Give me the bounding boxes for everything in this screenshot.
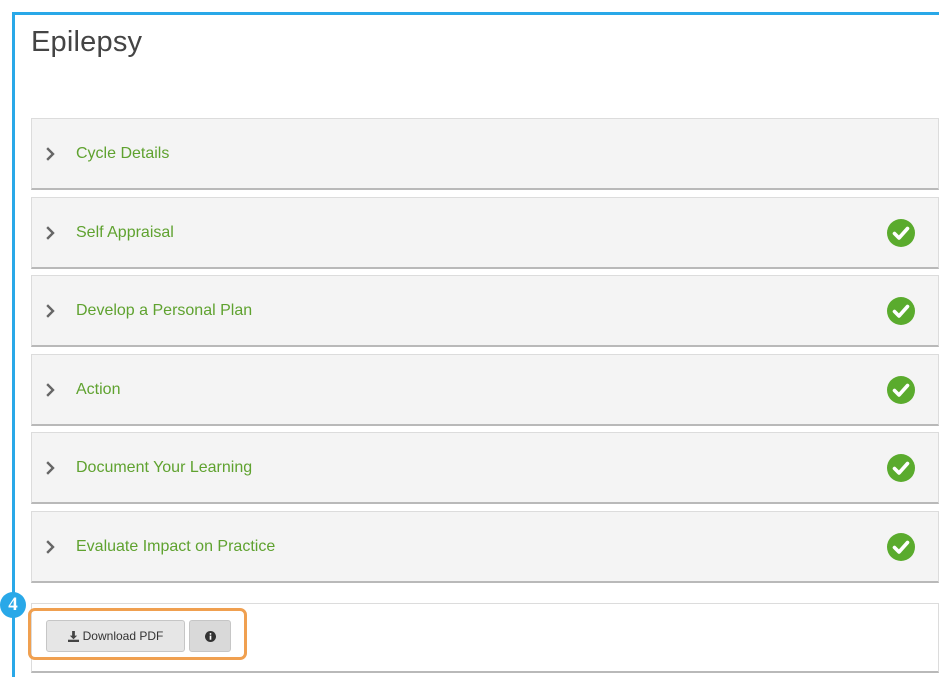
download-pdf-label: Download PDF bbox=[82, 629, 164, 643]
check-circle-icon bbox=[887, 218, 915, 247]
chevron-right-icon bbox=[46, 146, 55, 161]
chevron-right-icon bbox=[46, 460, 55, 475]
section-label: Self Appraisal bbox=[76, 223, 174, 241]
check-circle-icon bbox=[887, 453, 915, 482]
section-label: Develop a Personal Plan bbox=[76, 301, 253, 319]
section-panel-self-appraisal[interactable]: Self Appraisal bbox=[31, 197, 939, 269]
download-icon bbox=[67, 630, 79, 642]
step-number-badge: 4 bbox=[0, 592, 26, 618]
section-label: Document Your Learning bbox=[76, 458, 253, 476]
chevron-right-icon bbox=[46, 303, 55, 318]
section-panel-action[interactable]: Action bbox=[31, 354, 939, 426]
download-pdf-button[interactable]: Download PDF bbox=[46, 620, 185, 652]
section-label: Cycle Details bbox=[76, 144, 170, 162]
section-label: Action bbox=[76, 380, 121, 398]
section-panel-evaluate-impact-on-practice[interactable]: Evaluate Impact on Practice bbox=[31, 511, 939, 583]
info-circle-icon bbox=[204, 630, 216, 642]
check-circle-icon bbox=[887, 532, 915, 561]
chevron-right-icon bbox=[46, 382, 55, 397]
section-panel-cycle-details[interactable]: Cycle Details bbox=[31, 118, 939, 190]
chevron-right-icon bbox=[46, 225, 55, 240]
check-circle-icon bbox=[887, 375, 915, 404]
section-panel-document-your-learning[interactable]: Document Your Learning bbox=[31, 432, 939, 504]
info-button[interactable] bbox=[189, 620, 231, 652]
section-label: Evaluate Impact on Practice bbox=[76, 537, 276, 555]
page-title: Epilepsy bbox=[31, 26, 143, 58]
chevron-right-icon bbox=[46, 539, 55, 554]
section-panel-develop-a-personal-plan[interactable]: Develop a Personal Plan bbox=[31, 275, 939, 347]
check-circle-icon bbox=[887, 296, 915, 325]
